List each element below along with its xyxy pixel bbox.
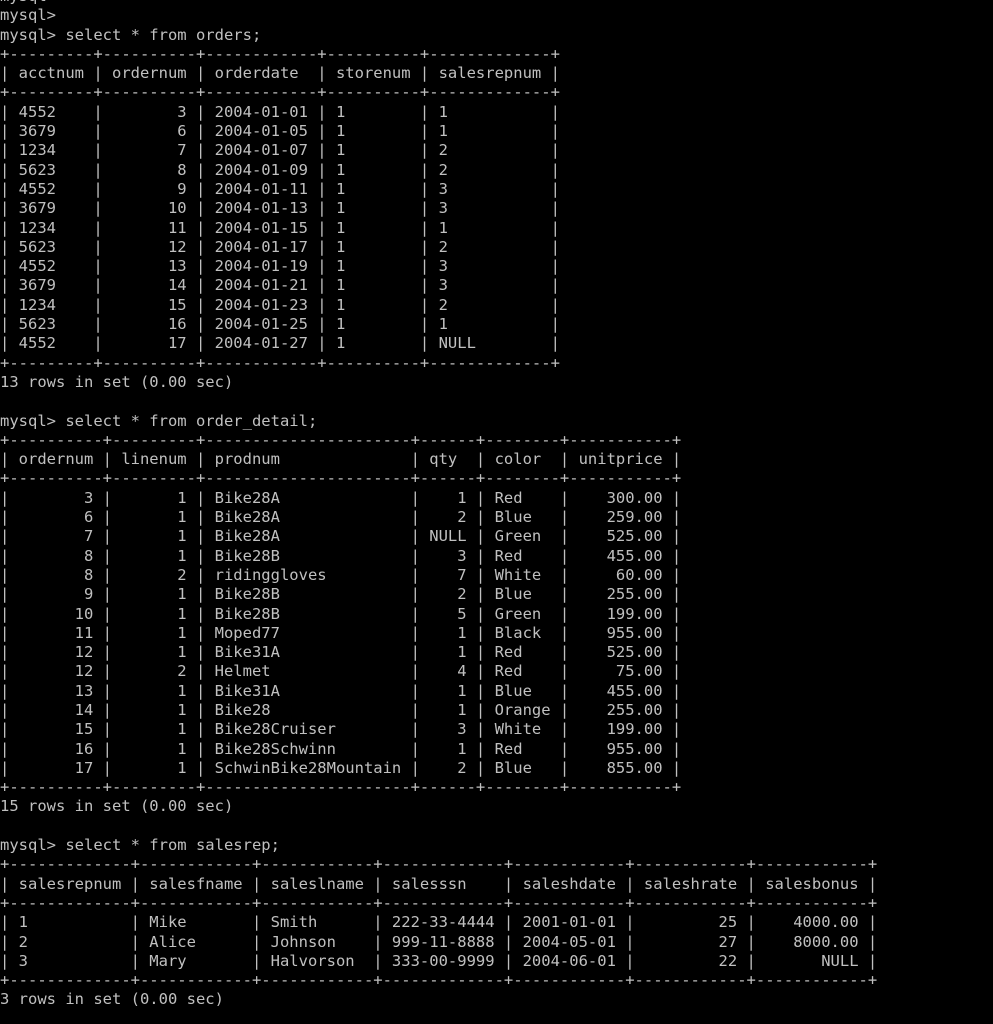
table-row: | 4552 | 9 | 2004-01-11 | 1 | 3 | (0, 179, 560, 198)
table-row: | 3679 | 14 | 2004-01-21 | 1 | 3 | (0, 276, 560, 295)
table-row: | 4552 | 3 | 2004-01-01 | 1 | 1 | (0, 102, 560, 121)
prompt-line: mysql> (0, 6, 56, 25)
table-row: | 5623 | 8 | 2004-01-09 | 1 | 2 | (0, 160, 560, 179)
table-header: | salesrepnum | salesfname | saleslname … (0, 874, 878, 893)
table-row: | 1234 | 11 | 2004-01-15 | 1 | 1 | (0, 218, 560, 237)
result-summary: 3 rows in set (0.00 sec) (0, 990, 224, 1009)
table-row: | 15 | 1 | Bike28Cruiser | 3 | White | 1… (0, 720, 682, 739)
table-border: +----------+---------+------------------… (0, 469, 682, 488)
table-row: | 5623 | 16 | 2004-01-25 | 1 | 1 | (0, 315, 560, 334)
table-row: | 1 | Mike | Smith | 222-33-4444 | 2001-… (0, 913, 878, 932)
table-row: | 1234 | 7 | 2004-01-07 | 1 | 2 | (0, 141, 560, 160)
table-row: | 12 | 1 | Bike31A | 1 | Red | 525.00 | (0, 643, 682, 662)
table-row: | 11 | 1 | Moped77 | 1 | Black | 955.00 … (0, 623, 682, 642)
table-border: +-------------+------------+------------… (0, 855, 878, 874)
table-row: | 9 | 1 | Bike28B | 2 | Blue | 255.00 | (0, 585, 682, 604)
table-row: | 2 | Alice | Johnson | 999-11-8888 | 20… (0, 932, 878, 951)
table-border: +----------+---------+------------------… (0, 778, 682, 797)
table-header: | ordernum | linenum | prodnum | qty | c… (0, 450, 682, 469)
table-row: | 17 | 1 | SchwinBike28Mountain | 2 | Bl… (0, 758, 682, 777)
table-header: | acctnum | ordernum | orderdate | store… (0, 64, 560, 83)
result-summary: 15 rows in set (0.00 sec) (0, 797, 234, 816)
table-row: | 10 | 1 | Bike28B | 5 | Green | 199.00 … (0, 604, 682, 623)
table-row: | 7 | 1 | Bike28A | NULL | Green | 525.0… (0, 527, 682, 546)
table-border: +---------+----------+------------+-----… (0, 83, 560, 102)
table-row: | 1234 | 15 | 2004-01-23 | 1 | 2 | (0, 295, 560, 314)
table-row: | 6 | 1 | Bike28A | 2 | Blue | 259.00 | (0, 508, 682, 527)
result-table: +----------+---------+------------------… (0, 431, 993, 798)
terminal-output[interactable]: mysql>mysql>mysql> select * from orders;… (0, 0, 993, 1010)
command-line[interactable]: mysql> select * from order_detail; (0, 412, 993, 431)
table-border: +-------------+------------+------------… (0, 893, 878, 912)
command-line[interactable]: mysql> select * from orders; (0, 26, 993, 45)
table-row: | 14 | 1 | Bike28 | 1 | Orange | 255.00 … (0, 700, 682, 719)
table-row: | 3679 | 10 | 2004-01-13 | 1 | 3 | (0, 199, 560, 218)
result-table: +-------------+------------+------------… (0, 855, 993, 990)
table-border: +---------+----------+------------+-----… (0, 353, 560, 372)
table-border: +---------+----------+------------+-----… (0, 44, 560, 63)
table-row: | 4552 | 17 | 2004-01-27 | 1 | NULL | (0, 334, 560, 353)
result-summary: 13 rows in set (0.00 sec) (0, 372, 234, 391)
command-line[interactable]: mysql> select * from salesrep; (0, 836, 993, 855)
table-border: +----------+---------+------------------… (0, 430, 682, 449)
table-row: | 16 | 1 | Bike28Schwinn | 1 | Red | 955… (0, 739, 682, 758)
table-row: | 13 | 1 | Bike31A | 1 | Blue | 455.00 | (0, 681, 682, 700)
result-table: +---------+----------+------------+-----… (0, 45, 993, 373)
table-row: | 3 | 1 | Bike28A | 1 | Red | 300.00 | (0, 488, 682, 507)
table-row: | 4552 | 13 | 2004-01-19 | 1 | 3 | (0, 257, 560, 276)
table-row: | 3 | Mary | Halvorson | 333-00-9999 | 2… (0, 951, 878, 970)
table-border: +-------------+------------+------------… (0, 971, 878, 990)
table-row: | 8 | 2 | ridinggloves | 7 | White | 60.… (0, 565, 682, 584)
table-row: | 8 | 1 | Bike28B | 3 | Red | 455.00 | (0, 546, 682, 565)
table-row: | 12 | 2 | Helmet | 4 | Red | 75.00 | (0, 662, 682, 681)
table-row: | 5623 | 12 | 2004-01-17 | 1 | 2 | (0, 237, 560, 256)
table-row: | 3679 | 6 | 2004-01-05 | 1 | 1 | (0, 122, 560, 141)
